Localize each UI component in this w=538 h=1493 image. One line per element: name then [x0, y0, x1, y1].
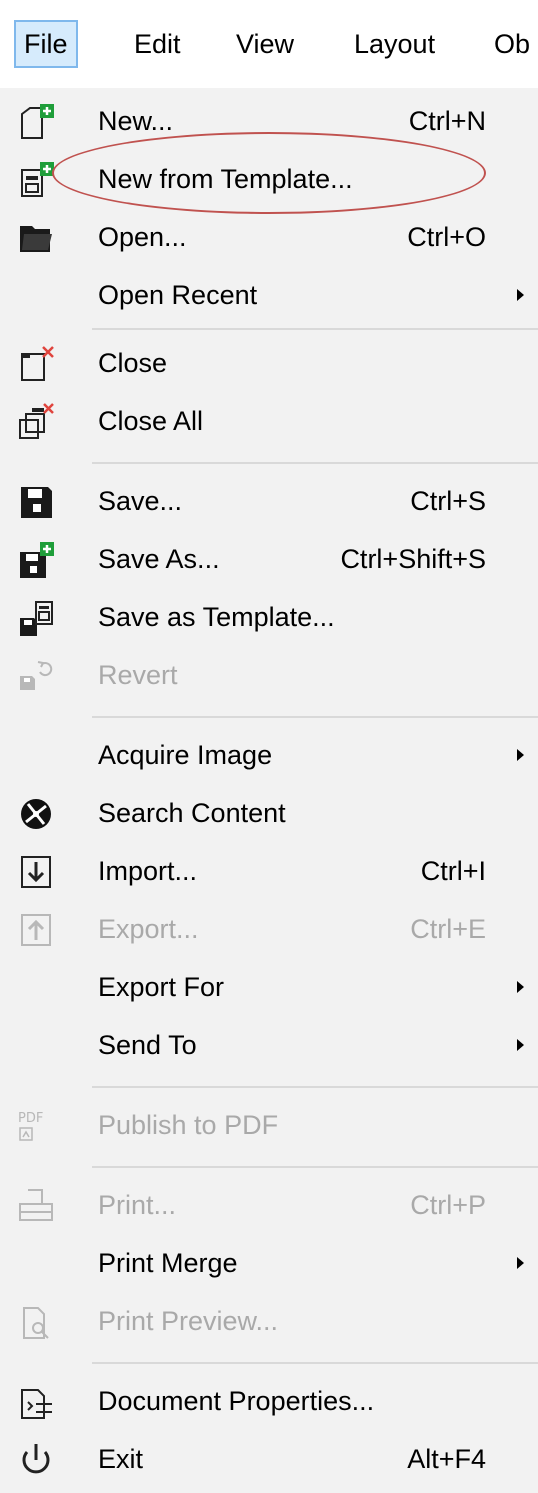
- menu-item-label: Revert: [98, 660, 178, 690]
- menu-item-acquire-image[interactable]: Acquire Image: [0, 726, 538, 784]
- menu-separator: [92, 716, 538, 718]
- menu-item-label: Print Preview...: [98, 1306, 279, 1336]
- menubar-file[interactable]: File: [14, 20, 78, 68]
- submenu-arrow-icon: [517, 289, 524, 301]
- menubar-layout[interactable]: Layout: [354, 20, 435, 68]
- menu-item-label: New...: [98, 106, 174, 136]
- menu-item-send-to[interactable]: Send To: [0, 1016, 538, 1074]
- menu-item-open[interactable]: Open... Ctrl+O: [0, 208, 538, 266]
- menu-item-label: Print...: [98, 1190, 177, 1220]
- save-icon: [16, 482, 56, 522]
- new-from-template-icon: [16, 160, 56, 200]
- menu-item-print[interactable]: Print... Ctrl+P: [0, 1176, 538, 1234]
- save-as-template-icon: [16, 598, 56, 638]
- open-folder-icon: [16, 218, 56, 258]
- menu-item-open-recent[interactable]: Open Recent: [0, 266, 538, 324]
- revert-icon: [16, 656, 56, 696]
- menu-item-label: Acquire Image: [98, 740, 273, 770]
- menu-item-shortcut: Ctrl+S: [410, 486, 486, 516]
- close-document-icon: [16, 344, 56, 384]
- menu-item-shortcut: Ctrl+O: [407, 222, 486, 252]
- menu-item-close-all[interactable]: Close All: [0, 392, 538, 450]
- menu-separator: [92, 462, 538, 464]
- menu-item-import[interactable]: Import... Ctrl+I: [0, 842, 538, 900]
- menu-item-label: Save As...: [98, 544, 220, 574]
- menu-item-label: Open...: [98, 222, 187, 252]
- submenu-arrow-icon: [517, 981, 524, 993]
- menu-item-shortcut: Alt+F4: [407, 1444, 486, 1474]
- menu-item-shortcut: Ctrl+I: [420, 856, 486, 886]
- menu-item-export-for[interactable]: Export For: [0, 958, 538, 1016]
- submenu-arrow-icon: [517, 749, 524, 761]
- menu-item-close[interactable]: Close: [0, 334, 538, 392]
- pdf-icon: PDF: [16, 1106, 56, 1146]
- menu-item-document-properties[interactable]: Document Properties...: [0, 1372, 538, 1430]
- menu-item-new[interactable]: New... Ctrl+N: [0, 92, 538, 150]
- menu-item-label: Save...: [98, 486, 183, 516]
- pdf-icon-text: PDF: [18, 1111, 43, 1126]
- menu-item-label: Exit: [98, 1444, 144, 1474]
- menu-item-shortcut: Ctrl+Shift+S: [340, 544, 486, 574]
- menu-item-label: Search Content: [98, 798, 286, 828]
- menu-item-print-preview[interactable]: Print Preview...: [0, 1292, 538, 1350]
- menu-separator: [92, 328, 538, 330]
- menu-item-label: Print Merge: [98, 1248, 238, 1278]
- document-properties-icon: [16, 1382, 56, 1422]
- menu-item-export[interactable]: Export... Ctrl+E: [0, 900, 538, 958]
- menu-item-shortcut: Ctrl+P: [410, 1190, 486, 1220]
- print-preview-icon: [16, 1302, 56, 1342]
- new-document-icon: [16, 102, 56, 142]
- submenu-arrow-icon: [517, 1257, 524, 1269]
- exit-icon: [16, 1440, 56, 1480]
- menu-item-label: Close: [98, 348, 168, 378]
- menu-item-publish-to-pdf[interactable]: PDF Publish to PDF: [0, 1096, 538, 1154]
- menu-item-exit[interactable]: Exit Alt+F4: [0, 1430, 538, 1488]
- menu-item-label: Publish to PDF: [98, 1110, 279, 1140]
- menu-item-save[interactable]: Save... Ctrl+S: [0, 472, 538, 530]
- menu-item-shortcut: Ctrl+N: [408, 106, 486, 136]
- menubar-edit[interactable]: Edit: [134, 20, 181, 68]
- menu-item-save-as-template[interactable]: Save as Template...: [0, 588, 538, 646]
- menu-item-shortcut: Ctrl+E: [410, 914, 486, 944]
- menu-item-save-as[interactable]: Save As... Ctrl+Shift+S: [0, 530, 538, 588]
- file-menu: New... Ctrl+N New from Template... Open.…: [0, 88, 538, 1493]
- menu-item-new-from-template[interactable]: New from Template...: [0, 150, 538, 208]
- menubar-object[interactable]: Ob: [494, 20, 530, 68]
- menu-item-label: Export For: [98, 972, 225, 1002]
- menu-item-label: Save as Template...: [98, 602, 335, 632]
- search-content-icon: [16, 794, 56, 834]
- close-all-icon: [16, 402, 56, 442]
- menu-separator: [92, 1362, 538, 1364]
- menu-separator: [92, 1166, 538, 1168]
- menu-item-label: Send To: [98, 1030, 197, 1060]
- save-as-icon: [16, 540, 56, 580]
- menu-item-label: Export...: [98, 914, 199, 944]
- print-icon: [16, 1186, 56, 1226]
- export-icon: [16, 910, 56, 950]
- menubar-view[interactable]: View: [236, 20, 294, 68]
- menu-item-revert[interactable]: Revert: [0, 646, 538, 704]
- menu-bar: File Edit View Layout Ob: [0, 0, 538, 88]
- submenu-arrow-icon: [517, 1039, 524, 1051]
- menu-item-label: New from Template...: [98, 164, 353, 194]
- menu-item-print-merge[interactable]: Print Merge: [0, 1234, 538, 1292]
- menu-item-label: Open Recent: [98, 280, 258, 310]
- menu-item-label: Document Properties...: [98, 1386, 375, 1416]
- import-icon: [16, 852, 56, 892]
- menu-item-search-content[interactable]: Search Content: [0, 784, 538, 842]
- menu-item-label: Close All: [98, 406, 204, 436]
- menu-separator: [92, 1086, 538, 1088]
- menu-item-label: Import...: [98, 856, 198, 886]
